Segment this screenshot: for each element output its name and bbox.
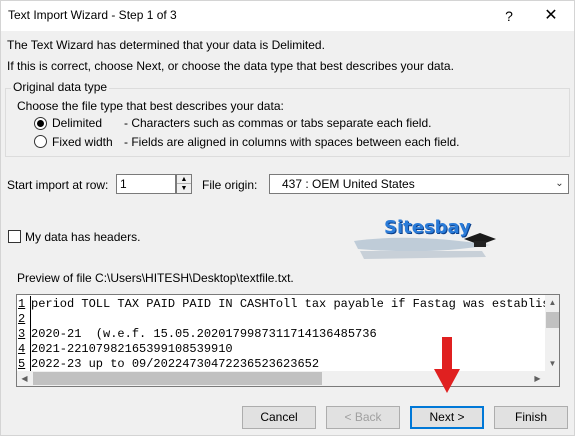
scroll-left-icon[interactable]: ◀ — [17, 371, 32, 386]
delimited-description: - Characters such as commas or tabs sepa… — [124, 116, 432, 130]
fixed-width-label[interactable]: Fixed width — [52, 135, 113, 149]
scroll-up-icon[interactable]: ▲ — [545, 295, 559, 310]
preview-row: 3 2020-21 (w.e.f. 15.05.20201799873117141… — [17, 326, 545, 342]
scroll-corner — [545, 371, 559, 386]
row-text: 2022-23 up to 09/20224730472236523623652 — [31, 357, 320, 371]
preview-row: 5 2022-23 up to 09/2022473047223652362365… — [17, 356, 545, 372]
down-arrow-icon — [434, 337, 460, 393]
preview-row: 4 2021-22107982165399108539910 — [17, 341, 545, 357]
row-text: 2020-21 (w.e.f. 15.05.202017998731171413… — [31, 327, 377, 341]
start-import-label: Start import at row: — [7, 178, 109, 192]
spin-up-icon[interactable]: ▲ — [177, 175, 191, 184]
delimited-radio[interactable] — [34, 117, 47, 130]
close-button[interactable]: ✕ — [531, 1, 571, 31]
preview-label: Preview of file C:\Users\HITESH\Desktop\… — [17, 271, 294, 285]
file-origin-value: 437 : OEM United States — [282, 177, 415, 191]
vertical-scroll-thumb[interactable] — [546, 312, 559, 328]
file-origin-label: File origin: — [202, 178, 258, 192]
horizontal-scroll-thumb[interactable] — [33, 372, 322, 385]
row-number: 3 — [18, 327, 26, 341]
window-title: Text Import Wizard - Step 1 of 3 — [8, 8, 177, 22]
intro-line-2: If this is correct, choose Next, or choo… — [7, 59, 454, 73]
preview-row: 1 period TOLL TAX PAID PAID IN CASHToll t… — [17, 296, 545, 312]
group-label: Original data type — [11, 80, 110, 94]
back-button[interactable]: < Back — [326, 406, 400, 429]
fixed-width-radio[interactable] — [34, 135, 47, 148]
preview-row: 2 — [17, 311, 545, 327]
headers-checkbox-label[interactable]: My data has headers. — [25, 230, 140, 244]
start-row-input[interactable]: 1 — [116, 174, 176, 194]
preview-horizontal-scrollbar[interactable]: ◀ ▶ — [17, 371, 545, 386]
help-button[interactable]: ? — [489, 1, 529, 31]
next-button[interactable]: Next > — [410, 406, 484, 429]
file-type-prompt: Choose the file type that best describes… — [17, 99, 284, 113]
intro-line-1: The Text Wizard has determined that your… — [7, 38, 325, 52]
sitesbay-logo: Sitesbay — [350, 215, 496, 267]
chevron-down-icon[interactable]: ⌄ — [551, 175, 568, 193]
row-number: 2 — [18, 312, 26, 326]
finish-button[interactable]: Finish — [494, 406, 568, 429]
file-origin-select[interactable]: 437 : OEM United States ⌄ — [269, 174, 569, 194]
scroll-down-icon[interactable]: ▼ — [545, 356, 559, 371]
logo-text: Sitesbay — [384, 217, 471, 238]
spin-down-icon[interactable]: ▼ — [177, 184, 191, 193]
row-text: period TOLL TAX PAID PAID IN CASHToll ta… — [31, 297, 545, 311]
delimited-label[interactable]: Delimited — [52, 116, 102, 130]
fixed-width-description: - Fields are aligned in columns with spa… — [124, 135, 460, 149]
row-number: 1 — [18, 297, 26, 311]
preview-vertical-scrollbar[interactable]: ▲ ▼ — [545, 295, 559, 371]
start-row-spinner[interactable]: ▲ ▼ — [176, 174, 192, 194]
file-preview[interactable]: 1 period TOLL TAX PAID PAID IN CASHToll t… — [16, 294, 560, 387]
my-data-has-headers-checkbox[interactable] — [8, 230, 21, 243]
red-arrow-annotation — [433, 335, 461, 395]
row-number: 5 — [18, 357, 26, 371]
scroll-right-icon[interactable]: ▶ — [530, 371, 545, 386]
cancel-button[interactable]: Cancel — [242, 406, 316, 429]
row-number: 4 — [18, 342, 26, 356]
row-text: 2021-22107982165399108539910 — [31, 342, 233, 356]
text-import-wizard-dialog: Text Import Wizard - Step 1 of 3 ? ✕ The… — [0, 0, 575, 436]
title-bar: Text Import Wizard - Step 1 of 3 ? ✕ — [1, 1, 574, 31]
